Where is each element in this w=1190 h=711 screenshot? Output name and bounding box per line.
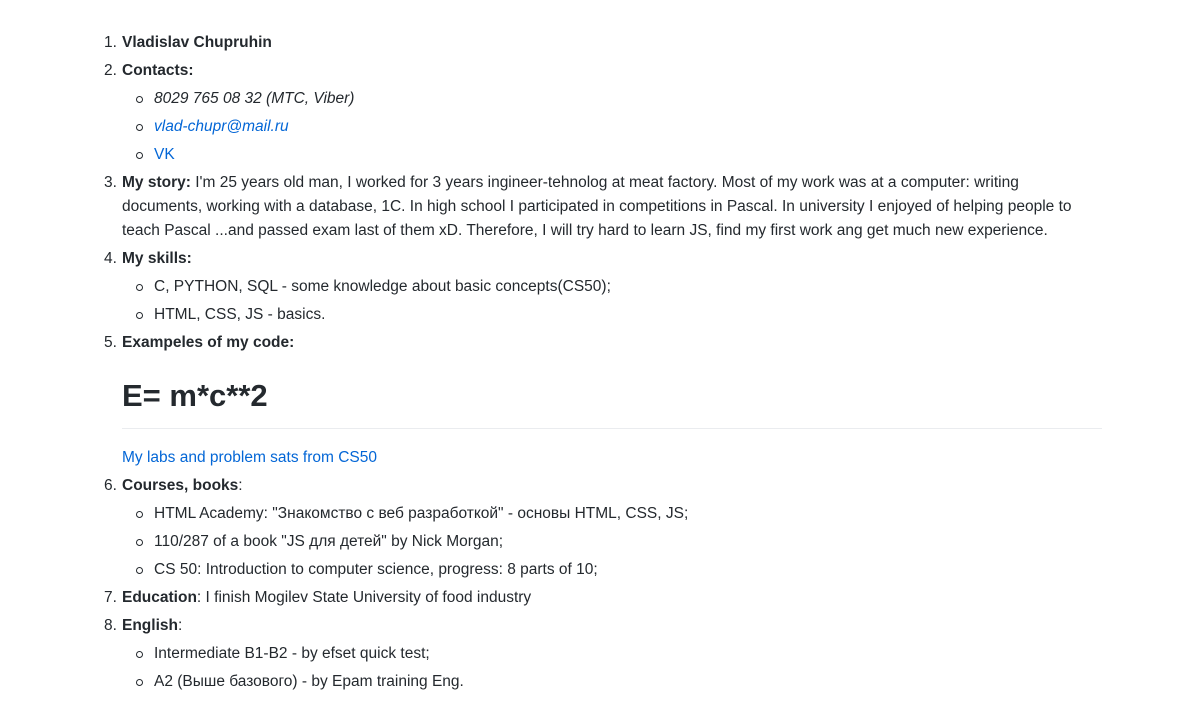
name-text: Vladislav Chupruhin xyxy=(122,34,272,51)
list-item-story: My story: I'm 25 years old man, I worked… xyxy=(104,171,1102,243)
list-item-examples: Exampeles of my code: E= m*c**2 My labs … xyxy=(104,331,1102,470)
story-text: I'm 25 years old man, I worked for 3 yea… xyxy=(122,174,1072,239)
list-item-education: Education: I finish Mogilev State Univer… xyxy=(104,586,1102,610)
contact-email: vlad-chupr@mail.ru xyxy=(136,115,1102,139)
courses-list: HTML Academy: "Знакомство с веб разработ… xyxy=(122,502,1102,582)
list-item-skills: My skills: C, PYTHON, SQL - some knowled… xyxy=(104,247,1102,327)
education-title: Education xyxy=(122,589,197,606)
course-item: CS 50: Introduction to computer science,… xyxy=(136,558,1102,582)
skill-item: HTML, CSS, JS - basics. xyxy=(136,303,1102,327)
courses-colon: : xyxy=(238,477,243,494)
contacts-title: Contacts: xyxy=(122,62,194,79)
list-item-courses: Courses, books: HTML Academy: "Знакомств… xyxy=(104,474,1102,582)
skills-title: My skills: xyxy=(122,250,192,267)
email-link[interactable]: vlad-chupr@mail.ru xyxy=(154,118,289,135)
english-list: Intermediate B1-B2 - by efset quick test… xyxy=(122,642,1102,694)
examples-title: Exampeles of my code: xyxy=(122,334,295,351)
resume-document: Vladislav Chupruhin Contacts: 8029 765 0… xyxy=(0,0,1190,698)
course-item: HTML Academy: "Знакомство с веб разработ… xyxy=(136,502,1102,526)
vk-link[interactable]: VK xyxy=(154,146,175,163)
skills-list: C, PYTHON, SQL - some knowledge about ba… xyxy=(122,275,1102,327)
english-level-item: A2 (Выше базового) - by Epam training En… xyxy=(136,670,1102,694)
contact-phone: 8029 765 08 32 (MTC, Viber) xyxy=(136,87,1102,111)
code-heading: E= m*c**2 xyxy=(122,376,1102,429)
english-level-item: Intermediate B1-B2 - by efset quick test… xyxy=(136,642,1102,666)
course-item: 110/287 of a book "JS для детей" by Nick… xyxy=(136,530,1102,554)
contact-vk: VK xyxy=(136,143,1102,167)
labs-link[interactable]: My labs and problem sats from CS50 xyxy=(122,449,377,466)
resume-list: Vladislav Chupruhin Contacts: 8029 765 0… xyxy=(0,0,1102,694)
english-title: English xyxy=(122,617,178,634)
list-item-english: English: Intermediate B1-B2 - by efset q… xyxy=(104,614,1102,694)
list-item-name: Vladislav Chupruhin xyxy=(104,31,1102,55)
skill-item: C, PYTHON, SQL - some knowledge about ba… xyxy=(136,275,1102,299)
contacts-list: 8029 765 08 32 (MTC, Viber) vlad-chupr@m… xyxy=(122,87,1102,167)
story-title: My story: xyxy=(122,174,191,191)
list-item-contacts: Contacts: 8029 765 08 32 (MTC, Viber) vl… xyxy=(104,59,1102,167)
phone-text: 8029 765 08 32 (MTC, Viber) xyxy=(154,90,355,107)
courses-title: Courses, books xyxy=(122,477,239,494)
education-text: : I finish Mogilev State University of f… xyxy=(196,589,532,606)
english-colon: : xyxy=(177,617,183,634)
